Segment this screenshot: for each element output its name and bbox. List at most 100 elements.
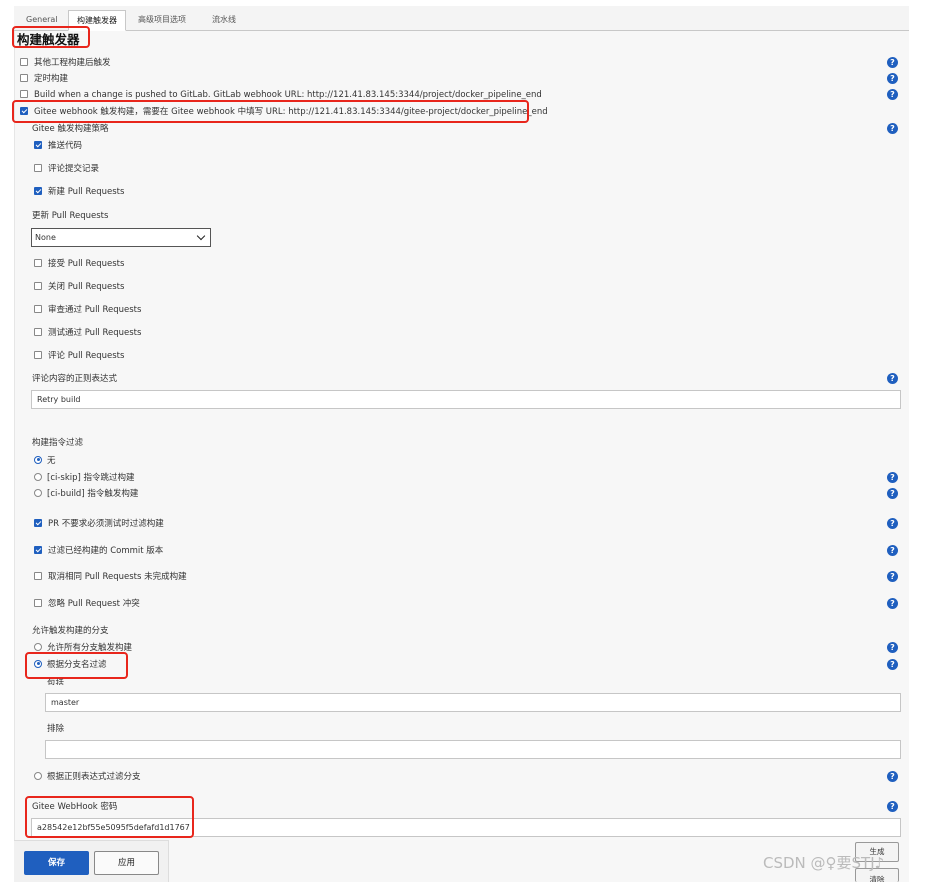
checkbox-checked-icon[interactable] (34, 186, 42, 195)
apply-button[interactable]: 应用 (94, 851, 159, 875)
ci-filter-none-label: 无 (47, 456, 56, 466)
branch-by-regex-label: 根据正则表达式过滤分支 (47, 772, 141, 782)
ci-filter-build[interactable]: [ci-build] 指令触发构建 (34, 487, 138, 501)
help-icon[interactable]: ? (887, 771, 898, 782)
help-icon[interactable]: ? (887, 642, 898, 653)
checkbox-checked-icon[interactable] (34, 518, 42, 527)
checkbox-checked-icon[interactable] (34, 140, 42, 149)
radio-selected-icon[interactable] (34, 455, 42, 464)
update-pr-select[interactable]: None (31, 228, 211, 247)
checkbox-checked-icon[interactable] (34, 545, 42, 554)
save-button[interactable]: 保存 (24, 851, 89, 875)
trigger-gitee-label: Gitee webhook 触发构建，需要在 Gitee webhook 中填写… (34, 107, 548, 117)
pr-option-no-test[interactable]: PR 不要求必须测试时过滤构建 (34, 517, 164, 531)
strategy-push-label: 推送代码 (48, 141, 83, 151)
strategy-commit-comment[interactable]: 评论提交记录 (34, 162, 99, 176)
help-icon[interactable]: ? (887, 518, 898, 529)
checkbox-icon[interactable] (34, 163, 42, 172)
branch-all-label: 允许所有分支触发构建 (47, 643, 133, 653)
pr-review[interactable]: 审查通过 Pull Requests (34, 303, 141, 317)
pr-close[interactable]: 关闭 Pull Requests (34, 280, 124, 294)
help-icon[interactable]: ? (887, 659, 898, 670)
pr-option-cancel-same[interactable]: 取消相同 Pull Requests 未完成构建 (34, 570, 187, 584)
pr-option-cancel-same-label: 取消相同 Pull Requests 未完成构建 (48, 572, 187, 582)
include-label: 包括 (47, 679, 65, 685)
tab-general[interactable]: General (18, 10, 66, 31)
trigger-schedule-label: 定时构建 (34, 74, 69, 84)
tab-bar: General 构建触发器 高级项目选项 流水线 (14, 6, 909, 31)
help-icon[interactable]: ? (887, 801, 898, 812)
help-icon[interactable]: ? (887, 571, 898, 582)
radio-icon[interactable] (34, 472, 42, 481)
radio-icon[interactable] (34, 771, 42, 780)
checkbox-icon[interactable] (34, 598, 42, 607)
branch-by-name[interactable]: 根据分支名过滤 (34, 658, 107, 672)
help-icon[interactable]: ? (887, 488, 898, 499)
branch-by-name-label: 根据分支名过滤 (47, 660, 107, 670)
checkbox-icon[interactable] (34, 258, 42, 267)
webhook-secret-input[interactable]: a28542e12bf55e5095f5defafd1d1767 (31, 818, 901, 837)
branches-title: 允许触发构建的分支 (32, 626, 109, 636)
tab-build-triggers[interactable]: 构建触发器 (68, 10, 126, 31)
help-icon[interactable]: ? (887, 373, 898, 384)
checkbox-icon[interactable] (34, 571, 42, 580)
pr-comment-label: 评论 Pull Requests (48, 351, 125, 361)
branch-by-regex[interactable]: 根据正则表达式过滤分支 (34, 770, 141, 784)
strategy-title: Gitee 触发构建策略 (32, 124, 109, 134)
trigger-gitlab-label: Build when a change is pushed to GitLab.… (34, 90, 542, 100)
pr-review-label: 审查通过 Pull Requests (48, 305, 142, 315)
tab-advanced-options[interactable]: 高级项目选项 (130, 10, 194, 31)
pr-option-ignore-conflict-label: 忽略 Pull Request 冲突 (48, 599, 140, 609)
checkbox-icon[interactable] (20, 73, 28, 82)
pr-option-ignore-conflict[interactable]: 忽略 Pull Request 冲突 (34, 597, 140, 611)
update-pr-label: 更新 Pull Requests (32, 211, 109, 221)
update-pr-value: None (35, 233, 56, 242)
radio-icon[interactable] (34, 488, 42, 497)
ci-filter-build-label: [ci-build] 指令触发构建 (47, 489, 139, 499)
ci-filter-none[interactable]: 无 (34, 454, 56, 468)
help-icon[interactable]: ? (887, 73, 898, 84)
checkbox-icon[interactable] (34, 350, 42, 359)
trigger-upstream[interactable]: 其他工程构建后触发 (20, 56, 111, 70)
pr-option-skip-built-label: 过滤已经构建的 Commit 版本 (48, 546, 164, 556)
checkbox-icon[interactable] (34, 281, 42, 290)
strategy-new-pr-label: 新建 Pull Requests (48, 187, 125, 197)
radio-icon[interactable] (34, 642, 42, 651)
exclude-input[interactable] (45, 740, 901, 759)
chevron-down-icon (196, 231, 206, 241)
checkbox-icon[interactable] (34, 304, 42, 313)
trigger-gitlab[interactable]: Build when a change is pushed to GitLab.… (20, 88, 542, 102)
trigger-gitee[interactable]: Gitee webhook 触发构建，需要在 Gitee webhook 中填写… (20, 105, 548, 119)
pr-accept-label: 接受 Pull Requests (48, 259, 125, 269)
pr-accept[interactable]: 接受 Pull Requests (34, 257, 124, 271)
pr-option-no-test-label: PR 不要求必须测试时过滤构建 (48, 519, 164, 529)
webhook-secret-label: Gitee WebHook 密码 (32, 802, 118, 812)
tab-pipeline[interactable]: 流水线 (204, 10, 244, 31)
comment-regex-input[interactable]: Retry build (31, 390, 901, 409)
pr-option-skip-built[interactable]: 过滤已经构建的 Commit 版本 (34, 544, 163, 558)
checkbox-icon[interactable] (20, 57, 28, 66)
pr-close-label: 关闭 Pull Requests (48, 282, 125, 292)
exclude-label: 排除 (47, 724, 65, 734)
pr-test[interactable]: 测试通过 Pull Requests (34, 326, 141, 340)
help-icon[interactable]: ? (887, 89, 898, 100)
help-icon[interactable]: ? (887, 545, 898, 556)
help-icon[interactable]: ? (887, 57, 898, 68)
include-input[interactable]: master (45, 693, 901, 712)
radio-selected-icon[interactable] (34, 659, 42, 668)
checkbox-icon[interactable] (20, 89, 28, 98)
watermark: CSDN @♀要STJ♪ (763, 854, 885, 872)
comment-regex-label: 评论内容的正则表达式 (32, 374, 118, 384)
help-icon[interactable]: ? (887, 598, 898, 609)
strategy-commit-comment-label: 评论提交记录 (48, 164, 100, 174)
strategy-new-pr[interactable]: 新建 Pull Requests (34, 185, 124, 199)
strategy-push[interactable]: 推送代码 (34, 139, 82, 153)
help-icon[interactable]: ? (887, 123, 898, 134)
help-icon[interactable]: ? (887, 472, 898, 483)
checkbox-icon[interactable] (34, 327, 42, 336)
branch-all[interactable]: 允许所有分支触发构建 (34, 641, 132, 655)
checkbox-checked-icon[interactable] (20, 106, 28, 115)
pr-comment[interactable]: 评论 Pull Requests (34, 349, 124, 363)
ci-filter-skip[interactable]: [ci-skip] 指令跳过构建 (34, 471, 135, 485)
trigger-schedule[interactable]: 定时构建 (20, 72, 68, 86)
